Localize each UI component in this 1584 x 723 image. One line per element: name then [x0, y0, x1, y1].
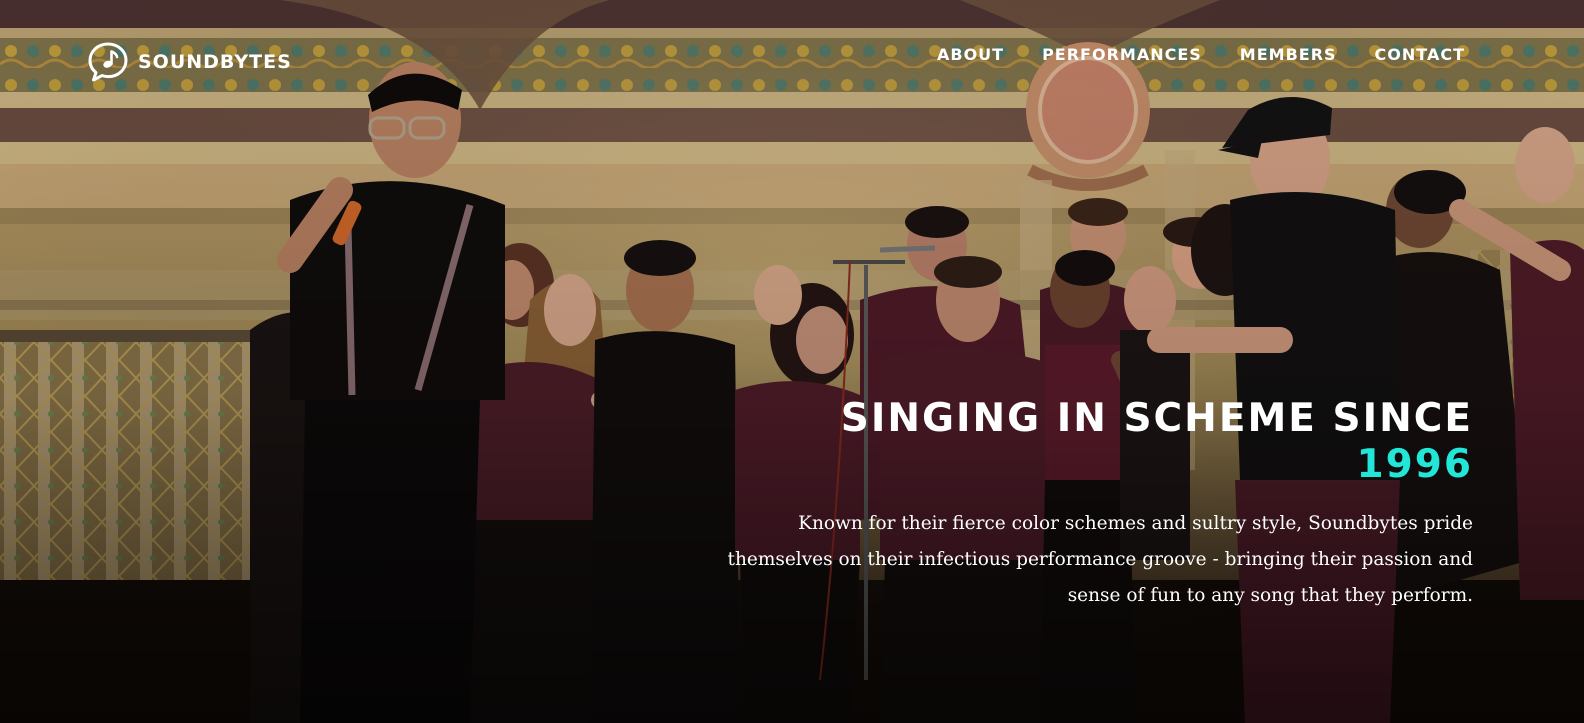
menu-item-about: ABOUT [937, 44, 1004, 66]
nav-link-contact[interactable]: CONTACT [1375, 44, 1465, 66]
hero-headline: SINGING IN SCHEME SINCE 1996 [693, 396, 1473, 488]
hero-copy: SINGING IN SCHEME SINCE 1996 Known for t… [693, 396, 1473, 614]
main-menu: ABOUT PERFORMANCES MEMBERS CONTACT [937, 44, 1465, 66]
brand-home-link[interactable]: SOUNDBYTES [87, 42, 292, 82]
speech-bubble-music-note-icon [88, 42, 128, 82]
hero-headline-text: SINGING IN SCHEME SINCE [840, 396, 1473, 441]
top-navigation: SOUNDBYTES ABOUT PERFORMANCES MEMBERS CO… [0, 0, 1584, 110]
hero-description: Known for their fierce color schemes and… [727, 513, 1473, 606]
menu-item-members: MEMBERS [1240, 44, 1337, 66]
hero-section: SOUNDBYTES ABOUT PERFORMANCES MEMBERS CO… [0, 0, 1584, 723]
brand-name: SOUNDBYTES [138, 51, 292, 73]
hero-headline-year: 1996 [1356, 442, 1473, 487]
nav-link-about[interactable]: ABOUT [937, 44, 1004, 66]
menu-item-contact: CONTACT [1375, 44, 1465, 66]
nav-link-performances[interactable]: PERFORMANCES [1042, 44, 1202, 66]
menu-item-performances: PERFORMANCES [1042, 44, 1202, 66]
nav-link-members[interactable]: MEMBERS [1240, 44, 1337, 66]
